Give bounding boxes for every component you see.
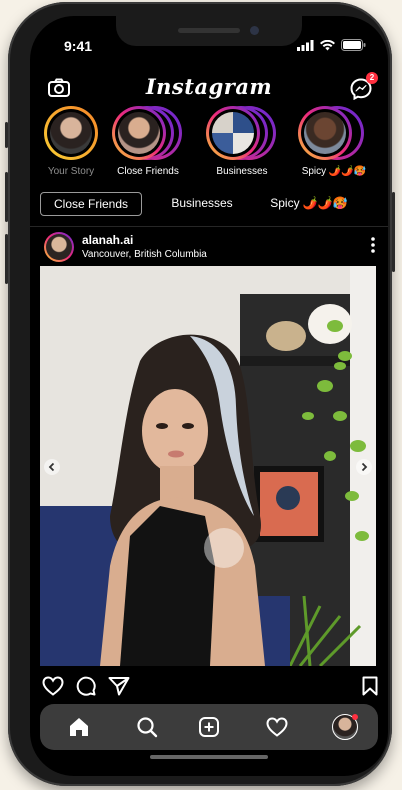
signal-icon [297, 39, 314, 51]
home-icon[interactable] [68, 716, 90, 743]
carousel-next-icon[interactable] [356, 459, 372, 475]
messenger-icon[interactable]: 2 [350, 72, 378, 105]
your-story-avatar [50, 112, 92, 154]
spicy-avatar [304, 112, 346, 154]
speaker [178, 28, 240, 33]
screen: 9:41 Instagram 2 Your Story Close Friend… [30, 16, 388, 776]
power-button [392, 192, 395, 272]
phone-frame: 9:41 Instagram 2 Your Story Close Friend… [5, 2, 395, 786]
story-stack [298, 106, 370, 160]
search-icon[interactable] [136, 716, 158, 743]
tap-indicator [204, 528, 244, 568]
bookmark-icon[interactable] [362, 676, 378, 701]
heart-icon[interactable] [42, 676, 64, 701]
post-photo-illustration [40, 266, 376, 666]
home-indicator [150, 755, 268, 759]
notch [116, 16, 302, 46]
top-app-bar: Instagram 2 [30, 72, 388, 106]
story-your-story[interactable]: Your Story [31, 106, 111, 177]
businesses-avatar [212, 112, 254, 154]
story-stack [206, 106, 278, 160]
story-ring [44, 106, 98, 160]
post-actions [30, 672, 388, 700]
status-icons [297, 39, 366, 51]
wifi-icon [320, 39, 335, 50]
volume-down-button [5, 234, 8, 284]
story-label-businesses: Businesses [216, 166, 268, 177]
story-label-close-friends: Close Friends [117, 166, 179, 177]
profile-avatar-icon[interactable] [332, 714, 358, 740]
carousel-prev-icon[interactable] [44, 459, 60, 475]
paper-plane-icon[interactable] [108, 676, 130, 701]
mute-switch [5, 122, 8, 148]
story-label-spicy: Spicy 🌶️🌶️🥵 [301, 166, 367, 177]
post-location[interactable]: Vancouver, British Columbia [82, 249, 207, 260]
activity-heart-icon[interactable] [266, 716, 288, 743]
story-businesses[interactable]: Businesses [202, 106, 282, 177]
bottom-nav [40, 704, 378, 750]
app-logo: Instagram [145, 74, 273, 99]
profile-notification-dot [352, 714, 358, 720]
messages-badge: 2 [366, 72, 378, 84]
stories-tray: Your Story Close Friends Businesses Spic… [30, 106, 388, 186]
story-filter-chips: Close Friends Businesses Spicy 🌶️🌶️🥵 [30, 192, 388, 220]
add-post-icon[interactable] [198, 716, 220, 743]
story-label-your-story: Your Story [47, 166, 95, 177]
divider [30, 226, 388, 227]
chip-businesses[interactable]: Businesses [160, 192, 244, 214]
post-photo[interactable] [40, 266, 376, 666]
story-close-friends[interactable]: Close Friends [108, 106, 188, 177]
comment-icon[interactable] [76, 676, 96, 701]
chip-close-friends[interactable]: Close Friends [40, 192, 142, 216]
battery-icon [341, 39, 366, 51]
story-spicy[interactable]: Spicy 🌶️🌶️🥵 [294, 106, 374, 177]
post-header: alanah.ai Vancouver, British Columbia [30, 228, 388, 266]
status-time: 9:41 [64, 38, 93, 54]
close-friends-avatar [118, 112, 160, 154]
post-author-avatar[interactable] [44, 232, 74, 262]
volume-up-button [5, 172, 8, 222]
story-stack [112, 106, 184, 160]
more-vertical-icon[interactable] [370, 236, 376, 259]
post-username[interactable]: alanah.ai [82, 233, 133, 247]
front-camera [250, 26, 259, 35]
chip-spicy[interactable]: Spicy 🌶️🌶️🥵 [264, 192, 354, 214]
